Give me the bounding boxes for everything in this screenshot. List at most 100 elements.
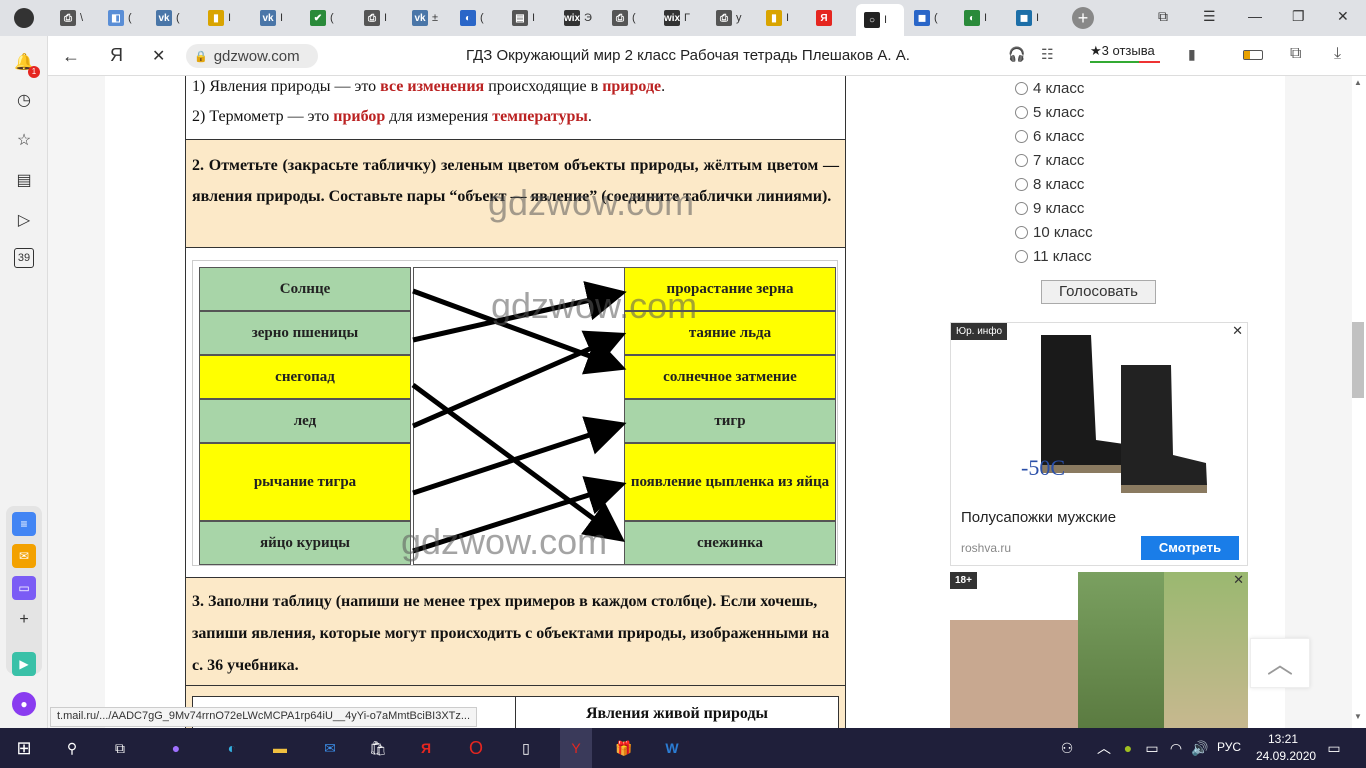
video-icon[interactable]: ▷ bbox=[12, 208, 36, 232]
radio-icon[interactable] bbox=[1015, 154, 1028, 167]
radio-icon[interactable] bbox=[1015, 250, 1028, 263]
downloads-icon[interactable]: ⤓ bbox=[1334, 45, 1341, 63]
scroll-up-arrow[interactable]: ▲ bbox=[1352, 78, 1364, 90]
radio-icon[interactable] bbox=[1015, 106, 1028, 119]
close-window-button[interactable]: ✕ bbox=[1337, 8, 1349, 25]
headphones-icon[interactable]: 🎧 bbox=[1008, 46, 1025, 63]
reader-icon[interactable]: ☷ bbox=[1041, 46, 1054, 63]
poll-option[interactable]: 10 класс bbox=[1015, 224, 1093, 241]
ad2-close-icon[interactable]: ✕ bbox=[1233, 572, 1244, 588]
people-icon[interactable]: ⚇ bbox=[1055, 736, 1079, 760]
battery-tray-icon[interactable]: ▭ bbox=[1140, 736, 1164, 760]
tab-2[interactable]: vk ( bbox=[148, 4, 196, 32]
tab-8[interactable]: ◐( bbox=[452, 4, 500, 32]
poll-option[interactable]: 5 класс bbox=[1015, 104, 1084, 121]
messenger-icon[interactable]: ▭ bbox=[12, 576, 36, 600]
menu-icon[interactable]: ☰ bbox=[1203, 8, 1216, 25]
edge-icon[interactable]: ◐ bbox=[220, 736, 244, 760]
vote-button[interactable]: Голосовать bbox=[1041, 280, 1156, 304]
bookmarks-icon[interactable]: ☆ bbox=[12, 128, 36, 152]
ad-close-icon[interactable]: ✕ bbox=[1232, 323, 1243, 339]
new-tab-button[interactable]: + bbox=[1072, 7, 1094, 29]
docs-icon[interactable]: ≡ bbox=[12, 512, 36, 536]
reviews-badge[interactable]: ★3 отзыва bbox=[1090, 43, 1160, 63]
tab-15[interactable]: Я bbox=[808, 4, 856, 32]
tab-6[interactable]: ⎙ I bbox=[356, 4, 404, 32]
ad-domain[interactable]: roshva.ru bbox=[961, 541, 1011, 555]
store-icon[interactable]: 🛍 bbox=[366, 736, 390, 760]
back-button[interactable]: ← bbox=[62, 46, 80, 67]
zen-icon[interactable]: ▶ bbox=[12, 652, 36, 676]
poll-option[interactable]: 4 класс bbox=[1015, 80, 1084, 97]
tray-chevron-icon[interactable]: ︿ bbox=[1092, 736, 1116, 760]
radio-icon[interactable] bbox=[1015, 130, 1028, 143]
alice-icon[interactable]: ● bbox=[12, 692, 36, 716]
radio-icon[interactable] bbox=[1015, 202, 1028, 215]
poll-option[interactable]: 7 класс bbox=[1015, 152, 1084, 169]
gift-icon[interactable]: 🎁 bbox=[612, 736, 636, 760]
radio-icon[interactable] bbox=[1015, 82, 1028, 95]
ad-cta-button[interactable]: Смотреть bbox=[1141, 536, 1239, 560]
tray-app-icon[interactable]: ● bbox=[1116, 736, 1140, 760]
wifi-icon[interactable]: ◠ bbox=[1164, 736, 1188, 760]
poll-option[interactable]: 6 класс bbox=[1015, 128, 1084, 145]
volume-icon[interactable]: 🔊 bbox=[1188, 736, 1212, 760]
poll-option[interactable]: 8 класс bbox=[1015, 176, 1084, 193]
profile-icon[interactable] bbox=[14, 8, 34, 28]
history-icon[interactable]: ◷ bbox=[12, 88, 36, 112]
scroll-down-arrow[interactable]: ▼ bbox=[1352, 712, 1364, 724]
mail-taskbar-icon[interactable]: ✉ bbox=[318, 736, 342, 760]
tab-17[interactable]: ◼( bbox=[906, 4, 954, 32]
poll-option[interactable]: 11 класс bbox=[1015, 248, 1092, 265]
tab-0[interactable]: ⎙ \ bbox=[52, 4, 100, 32]
mail-icon[interactable]: ✉ bbox=[12, 544, 36, 568]
tab-3[interactable]: ▮ I bbox=[200, 4, 248, 32]
tab-18[interactable]: ◐ I bbox=[956, 4, 1004, 32]
ad-title[interactable]: Полусапожки мужские bbox=[961, 509, 1116, 526]
yandex-browser-icon[interactable]: Y bbox=[560, 728, 592, 768]
scrollbar-thumb[interactable] bbox=[1352, 322, 1364, 398]
tab-19[interactable]: ◼ I bbox=[1008, 4, 1056, 32]
tab-4[interactable]: vk I bbox=[252, 4, 300, 32]
notifications-center-icon[interactable]: ▭ bbox=[1322, 736, 1346, 760]
tab-5[interactable]: ✔( bbox=[302, 4, 350, 32]
language-indicator[interactable]: РУС bbox=[1217, 740, 1241, 754]
tab-13[interactable]: ⎙ y bbox=[708, 4, 756, 32]
ad-block-boots[interactable]: Юр. инфо ✕ -50C Полусапожки мужские rosh… bbox=[950, 322, 1248, 566]
maximize-button[interactable]: ❐ bbox=[1292, 8, 1305, 25]
poll-option[interactable]: 9 класс bbox=[1015, 200, 1084, 217]
tab-9[interactable]: ▤ I bbox=[504, 4, 552, 32]
radio-icon[interactable] bbox=[1015, 226, 1028, 239]
add-app-icon[interactable]: + bbox=[12, 608, 36, 632]
yandex-taskbar-icon[interactable]: Я bbox=[414, 736, 438, 760]
tab-10[interactable]: wix Э bbox=[556, 4, 604, 32]
windows-start-icon[interactable]: ⊞ bbox=[12, 736, 36, 760]
bookmark-icon[interactable]: ▮ bbox=[1188, 46, 1196, 63]
ad-block-photos[interactable]: 18+ ✕ bbox=[950, 572, 1248, 728]
file-explorer-icon[interactable]: ▬ bbox=[268, 736, 292, 760]
yandex-button[interactable]: Я bbox=[110, 45, 123, 66]
radio-icon[interactable] bbox=[1015, 178, 1028, 191]
task-view-icon[interactable]: ⧉ bbox=[108, 736, 132, 760]
scroll-top-button[interactable]: ︿ bbox=[1250, 638, 1310, 688]
counter-badge[interactable]: 39 bbox=[14, 248, 34, 268]
collections-icon[interactable]: ▤ bbox=[12, 168, 36, 192]
stop-button[interactable]: ✕ bbox=[152, 46, 165, 66]
search-icon[interactable]: ⚲ bbox=[60, 736, 84, 760]
tab-1[interactable]: ◧( bbox=[100, 4, 148, 32]
tab-11[interactable]: ⎙( bbox=[604, 4, 652, 32]
tab-7[interactable]: vk ± bbox=[404, 4, 452, 32]
tab-16[interactable]: ○ I bbox=[856, 4, 904, 36]
tab-14[interactable]: ▮ I bbox=[758, 4, 806, 32]
battery-icon[interactable] bbox=[1243, 50, 1263, 60]
extensions-icon[interactable]: ⧉ bbox=[1290, 45, 1301, 63]
minimize-button[interactable]: — bbox=[1248, 8, 1262, 24]
tab-12[interactable]: wix Γ bbox=[656, 4, 704, 32]
alice-taskbar-icon[interactable]: ● bbox=[164, 736, 188, 760]
opera-icon[interactable]: O bbox=[464, 736, 488, 760]
word-icon[interactable]: W bbox=[660, 736, 684, 760]
document-icon[interactable]: ▯ bbox=[514, 736, 538, 760]
address-pill[interactable]: 🔒 gdzwow.com bbox=[186, 44, 318, 68]
tab-list-icon[interactable]: ⧉ bbox=[1158, 8, 1168, 25]
clock[interactable]: 13:21 24.09.2020 bbox=[1256, 731, 1316, 765]
